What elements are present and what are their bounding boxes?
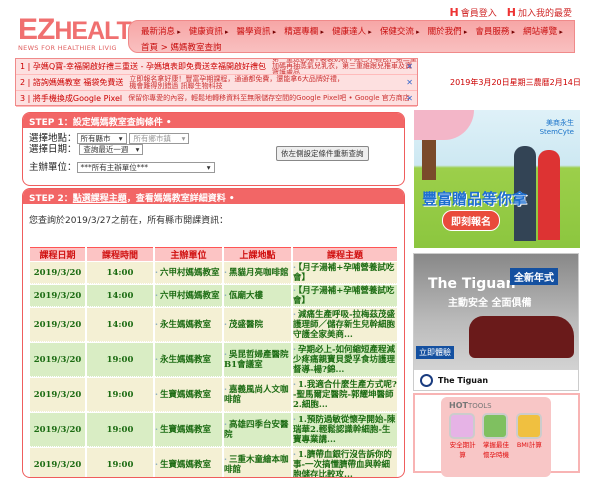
- course-time: 19:00: [87, 448, 153, 477]
- tool-best-time[interactable]: 掌握最佳懷孕時機: [482, 413, 509, 459]
- nav-item[interactable]: 健康達人: [332, 25, 372, 37]
- course-place: 吳昆哲婦產醫院B1會議室: [224, 343, 291, 377]
- step1-header: STEP 1：設定媽媽教室查詢條件 •: [23, 113, 404, 128]
- tiguan-ad[interactable]: The Tiguan 全新年式 主動安全 全面俱備 立即體驗 The Tigua…: [413, 253, 579, 391]
- course-topic[interactable]: 【月子湯補+孕哺營養試吃會】: [293, 285, 397, 307]
- hottools-panel: HOTTOOLS 安全期計算 掌握最佳懷孕時機 BMI計算: [413, 393, 580, 477]
- course-host: 生寶媽媽教室: [155, 413, 222, 447]
- course-table: 課程日期 課程時間 主辦單位 上課地點 課程主題 2019/3/2014:00六…: [28, 246, 399, 477]
- course-host: 生寶媽媽教室: [155, 448, 222, 477]
- reader-icon: [515, 413, 542, 439]
- course-host: 生寶媽媽教室: [155, 378, 222, 412]
- ad-row[interactable]: 3 | 將手機換成Google Pixel 保留你專愛的內容，輕鬆地轉移資料至無限…: [16, 91, 417, 107]
- step2-header: STEP 2：點選課程主題，查看媽媽教室詳細資料 •: [23, 189, 404, 204]
- test-drive-button[interactable]: 立即體驗: [416, 346, 454, 359]
- close-icon[interactable]: ✕: [406, 94, 413, 103]
- requery-button[interactable]: 依左側設定條件重新查詢: [276, 146, 369, 161]
- course-date: 2019/3/20: [30, 262, 85, 284]
- table-row: 2019/3/2019:00永生媽媽教室吳昆哲婦產醫院B1會議室孕期必上-如何縮…: [30, 343, 397, 377]
- course-place: 嘉義風尚人文咖啡館: [224, 378, 291, 412]
- add-favorite-link[interactable]: H 加入我的最愛: [507, 6, 572, 19]
- course-time: 14:00: [87, 262, 153, 284]
- vw-logo-icon: [420, 373, 433, 387]
- main-nav: 最新消息 健康資訊 醫學資訊 精選專欄 健康達人 保健交流 關於我們 會員服務 …: [128, 20, 575, 53]
- col-date: 課程日期: [30, 247, 85, 261]
- course-place: 佤廟大樓: [224, 285, 291, 307]
- nav-item[interactable]: 醫學資訊: [237, 25, 277, 37]
- course-topic[interactable]: 減痛生產呼吸-拉梅茲茂盛護理師／儲存新生兒幹細胞守護全家美商...: [293, 308, 397, 342]
- member-login-link[interactable]: H 會員登入: [450, 6, 497, 19]
- table-row: 2019/3/2019:00生寶媽媽教室嘉義風尚人文咖啡館1.我適合什麼生產方式…: [30, 378, 397, 412]
- col-place: 上課地點: [224, 247, 291, 261]
- ezhealth-logo[interactable]: EZHEALTH NEWS FOR HEALTHIER LIVIG: [18, 15, 149, 57]
- course-time: 19:00: [87, 413, 153, 447]
- tool-bmi[interactable]: BMI計算: [515, 413, 543, 459]
- table-row: 2019/3/2014:00六甲村媽媽教室黑貓月亮咖啡館【月子湯補+孕哺營養試吃…: [30, 262, 397, 284]
- course-topic[interactable]: 1.臍帶血銀行沒告訴你的事-一次搞懂臍帶血與幹細胞儲存比較攻...: [293, 448, 397, 477]
- breadcrumb: 首頁 > 媽媽教室查詢: [141, 43, 222, 53]
- ad-row[interactable]: 1 | 孕媽Q寶-幸福開啟好禮三重送 - 孕媽填表即免費送幸福開啟好禮包 第一重送…: [16, 59, 417, 75]
- course-topic[interactable]: 孕期必上-如何縮短產程減少疼痛親寶貝愛孚食坊護理督導-楊?錦...: [293, 343, 397, 377]
- nav-item[interactable]: 關於我們: [428, 25, 468, 37]
- course-date: 2019/3/20: [30, 343, 85, 377]
- table-row: 2019/3/2014:00六甲村媽媽教室佤廟大樓【月子湯補+孕哺營養試吃會】: [30, 285, 397, 307]
- course-place: 高雄四季台安醫院: [224, 413, 291, 447]
- col-topic: 課程主題: [293, 247, 397, 261]
- course-place: 三重木童繪本咖啡館: [224, 448, 291, 477]
- course-date: 2019/3/20: [30, 448, 85, 477]
- nav-item[interactable]: 精選專欄: [284, 25, 324, 37]
- course-date: 2019/3/20: [30, 308, 85, 342]
- col-host: 主辦單位: [155, 247, 222, 261]
- host-select[interactable]: ***所有主辦單位***: [76, 162, 215, 173]
- course-date: 2019/3/20: [30, 413, 85, 447]
- course-date: 2019/3/20: [30, 378, 85, 412]
- date-range-select[interactable]: 查詢最近一週: [79, 144, 144, 155]
- course-time: 14:00: [87, 308, 153, 342]
- course-topic[interactable]: 【月子湯補+孕哺營養試吃會】: [293, 262, 397, 284]
- stemcyte-ad[interactable]: 美商永生 StemCyte 豐富贈品等你拿 即刻報名: [414, 110, 580, 248]
- query-info: 您查詢於2019/3/27之前在，所有縣市開課資訊：: [29, 216, 229, 226]
- nav-item[interactable]: 保健交流: [380, 25, 420, 37]
- breadcrumb-current: 媽媽教室查詢: [170, 43, 222, 53]
- parrot-icon: [482, 413, 509, 439]
- nav-item[interactable]: 網站導覽: [523, 25, 563, 37]
- nav-item[interactable]: 會員服務: [475, 25, 515, 37]
- col-time: 課程時間: [87, 247, 153, 261]
- course-host: 永生媽媽教室: [155, 308, 222, 342]
- course-time: 14:00: [87, 285, 153, 307]
- current-date: 2019年3月20日星期三農曆2月14日: [450, 78, 581, 87]
- signup-button[interactable]: 即刻報名: [442, 210, 500, 231]
- step2-panel: STEP 2：點選課程主題，查看媽媽教室詳細資料 • 您查詢於2019/3/27…: [22, 188, 405, 478]
- calendar-icon: [449, 413, 475, 439]
- course-host: 永生媽媽教室: [155, 343, 222, 377]
- breadcrumb-home[interactable]: 首頁: [141, 43, 158, 53]
- text-ads: 1 | 孕媽Q寶-幸福開啟好禮三重送 - 孕媽填表即免費送幸福開啟好禮包 第一重送…: [15, 58, 418, 107]
- step1-panel: STEP 1：設定媽媽教室查詢條件 • 選擇地點：所有縣市 所有鄉市鎮 選擇日期…: [22, 112, 405, 186]
- course-date: 2019/3/20: [30, 285, 85, 307]
- course-time: 19:00: [87, 343, 153, 377]
- table-row: 2019/3/2014:00永生媽媽教室茂盛醫院減痛生產呼吸-拉梅茲茂盛護理師／…: [30, 308, 397, 342]
- nav-item[interactable]: 健康資訊: [189, 25, 229, 37]
- close-icon[interactable]: ✕: [406, 62, 413, 71]
- nav-item[interactable]: 最新消息: [141, 25, 181, 37]
- table-row: 2019/3/2019:00生寶媽媽教室高雄四季台安醫院1.預防過敏從懷孕開始-…: [30, 413, 397, 447]
- course-topic[interactable]: 1.預防過敏從懷孕開始-陳瑞華2.輕鬆認識幹細胞-生寶專業講...: [293, 413, 397, 447]
- top-links: H 會員登入 H 加入我的最愛: [450, 6, 572, 19]
- table-row: 2019/3/2019:00生寶媽媽教室三重木童繪本咖啡館1.臍帶血銀行沒告訴你…: [30, 448, 397, 477]
- course-host: 六甲村媽媽教室: [155, 262, 222, 284]
- ad-row[interactable]: 2 | 諮詢媽媽教室 福袋免費送 立即報名拿好康！豐富孕期課程，通通都免費，還能拿…: [16, 75, 417, 91]
- course-topic[interactable]: 1.我適合什麼生產方式呢?-聖馬爾定醫院-郭耀坤醫師2.細胞...: [293, 378, 397, 412]
- course-host: 六甲村媽媽教室: [155, 285, 222, 307]
- close-icon[interactable]: ✕: [406, 78, 413, 87]
- course-place: 茂盛醫院: [224, 308, 291, 342]
- course-place: 黑貓月亮咖啡館: [224, 262, 291, 284]
- tool-safe-period[interactable]: 安全期計算: [449, 413, 476, 459]
- course-time: 19:00: [87, 378, 153, 412]
